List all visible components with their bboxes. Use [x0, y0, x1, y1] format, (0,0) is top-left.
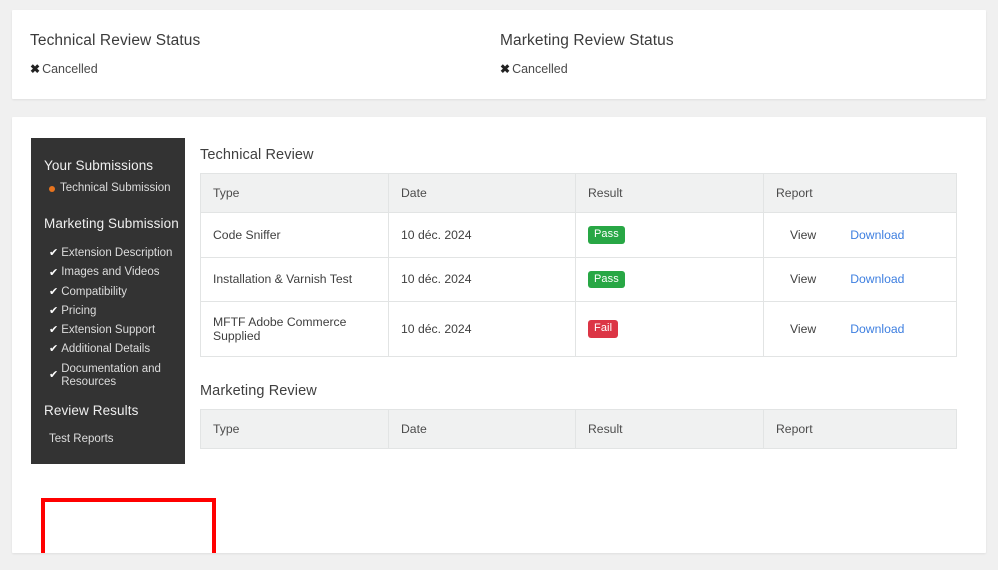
technical-review-title: Technical Review — [200, 147, 314, 163]
technical-review-status-text: Cancelled — [42, 62, 98, 76]
cell-result: Pass — [575, 212, 764, 258]
status-badge: Pass — [588, 226, 625, 244]
check-icon: ✔ — [49, 266, 59, 279]
download-report-link[interactable]: Download — [850, 272, 904, 286]
marketing-review-status-title: Marketing Review Status — [500, 32, 674, 49]
cell-report: View Download — [763, 256, 957, 302]
technical-review-status-block: Technical Review Status ✖ Cancelled — [30, 32, 200, 76]
view-report-link[interactable]: View — [790, 272, 816, 286]
review-status-card: Technical Review Status ✖ Cancelled Mark… — [12, 10, 986, 99]
column-header-report: Report — [763, 409, 957, 449]
technical-review-status-title: Technical Review Status — [30, 32, 201, 49]
cell-report: View Download — [763, 301, 957, 357]
sidebar-item-images-and-videos[interactable]: ✔ Images and Videos — [31, 263, 185, 282]
check-icon: ✔ — [49, 324, 59, 337]
column-header-date: Date — [388, 173, 576, 213]
sidebar-item-extension-description[interactable]: ✔ Extension Description — [31, 244, 185, 263]
cell-date: 10 déc. 2024 — [388, 212, 576, 258]
technical-review-table-body: Code Sniffer 10 déc. 2024 Pass View Down… — [200, 212, 957, 357]
sidebar-heading-review-results: Review Results — [44, 402, 139, 418]
sidebar-item-label: Compatibility — [61, 285, 128, 298]
sidebar-item-compatibility[interactable]: ✔ Compatibility — [31, 283, 185, 302]
column-header-result: Result — [575, 409, 764, 449]
download-report-link[interactable]: Download — [850, 228, 904, 242]
check-icon: ✔ — [49, 285, 59, 298]
cell-type: Installation & Varnish Test — [200, 256, 389, 302]
marketing-review-table-head: Type Date Result Report — [200, 409, 957, 449]
status-badge: Pass — [588, 270, 625, 289]
marketing-review-table: Type Date Result Report — [200, 409, 957, 450]
status-badge: Fail — [588, 320, 619, 339]
report-actions: View Download — [764, 272, 956, 286]
column-header-date: Date — [388, 409, 576, 449]
table-header-row: Type Date Result Report — [200, 409, 957, 449]
x-mark-icon: ✖ — [500, 62, 511, 76]
sidebar-item-extension-support[interactable]: ✔ Extension Support — [31, 321, 185, 340]
cell-report: View Download — [763, 212, 957, 258]
technical-review-status-value: ✖ Cancelled — [30, 62, 200, 76]
check-icon: ✔ — [49, 369, 59, 382]
download-report-link[interactable]: Download — [850, 322, 904, 336]
sidebar-item-pricing[interactable]: ✔ Pricing — [31, 302, 185, 321]
sidebar-item-documentation-and-resources[interactable]: ✔ Documentation and Resources — [31, 360, 185, 392]
report-actions: View Download — [764, 228, 956, 242]
sidebar-item-label: Images and Videos — [61, 266, 160, 279]
sidebar-item-additional-details[interactable]: ✔ Additional Details — [31, 340, 185, 359]
sidebar-heading-your-submissions: Your Submissions — [44, 158, 154, 173]
view-report-link[interactable]: View — [790, 322, 816, 336]
review-content: Technical Review Type Date Result Report… — [200, 147, 957, 450]
table-header-row: Type Date Result Report — [200, 173, 957, 213]
sidebar-heading-marketing-submission: Marketing Submission — [44, 216, 179, 232]
marketing-review-title: Marketing Review — [200, 383, 317, 400]
submission-sidebar: Your Submissions Technical Submission Ma… — [31, 138, 216, 553]
marketing-review-status-value: ✖ Cancelled — [500, 62, 674, 76]
column-header-type: Type — [200, 409, 389, 449]
sidebar-item-label: Pricing — [61, 304, 97, 317]
view-report-link[interactable]: View — [790, 228, 816, 242]
cell-date: 10 déc. 2024 — [388, 256, 576, 302]
check-icon: ✔ — [49, 247, 59, 260]
column-header-type: Type — [200, 173, 389, 213]
cell-type: MFTF Adobe Commerce Supplied — [200, 301, 389, 357]
check-icon: ✔ — [49, 304, 59, 317]
report-actions: View Download — [764, 322, 956, 336]
sidebar-item-technical-submission[interactable]: Technical Submission — [31, 179, 185, 198]
submission-detail-card: Your Submissions Technical Submission Ma… — [12, 117, 986, 553]
table-row: MFTF Adobe Commerce Supplied 10 déc. 202… — [200, 301, 957, 357]
sidebar-item-label: Documentation and Resources — [61, 362, 161, 388]
check-icon: ✔ — [49, 343, 59, 356]
marketing-review-status-text: Cancelled — [512, 62, 568, 76]
page-root: Technical Review Status ✖ Cancelled Mark… — [0, 0, 998, 570]
cell-result: Pass — [575, 256, 764, 302]
sidebar-item-test-reports[interactable]: Test Reports — [31, 427, 185, 454]
cell-type: Code Sniffer — [200, 212, 389, 258]
table-row: Code Sniffer 10 déc. 2024 Pass View Down… — [200, 212, 957, 258]
technical-review-table: Type Date Result Report Code Sniffer 10 … — [200, 173, 957, 358]
cell-result: Fail — [575, 301, 764, 357]
technical-review-table-head: Type Date Result Report — [200, 173, 957, 213]
column-header-report: Report — [763, 173, 957, 213]
cell-date: 10 déc. 2024 — [388, 301, 576, 357]
table-row: Installation & Varnish Test 10 déc. 2024… — [200, 256, 957, 302]
orange-dot-icon — [49, 185, 55, 192]
sidebar-item-label: Additional Details — [61, 343, 151, 356]
sidebar-review-results-group: Review Results Test Reports — [31, 392, 185, 454]
sidebar-item-label: Extension Description — [61, 247, 173, 260]
sidebar-item-label: Test Reports — [49, 432, 114, 445]
sidebar-item-label: Technical Submission — [60, 182, 171, 194]
column-header-result: Result — [575, 173, 764, 213]
review-results-highlight-box — [41, 498, 216, 553]
sidebar-item-label: Extension Support — [61, 324, 156, 337]
x-mark-icon: ✖ — [30, 62, 41, 76]
marketing-review-status-block: Marketing Review Status ✖ Cancelled — [500, 32, 674, 76]
